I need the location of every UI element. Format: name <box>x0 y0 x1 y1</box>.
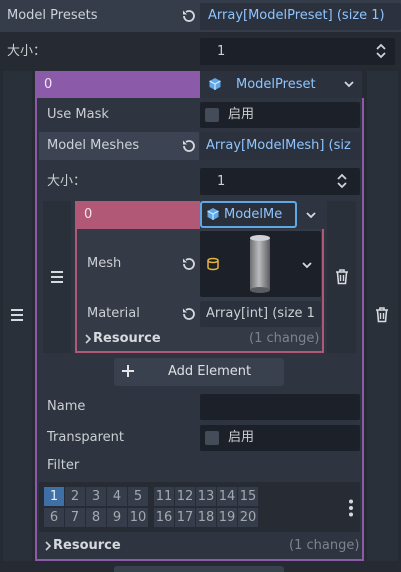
mesh-resource-changes: (1 change) <box>249 331 320 346</box>
revert-icon[interactable] <box>181 8 197 24</box>
meshes-size-value: 1 <box>217 174 226 189</box>
use-mask-value: 启用 <box>228 107 255 122</box>
filter-layer-button[interactable]: 3 <box>86 487 106 506</box>
name-input[interactable] <box>200 394 360 420</box>
filter-layer-button[interactable]: 16 <box>154 508 174 527</box>
plus-icon <box>121 364 135 378</box>
cylinder-icon <box>206 257 220 271</box>
meshes-size-label: 大小： <box>47 174 87 189</box>
filter-layer-button[interactable]: 9 <box>107 508 127 527</box>
size-label: 大小： <box>7 44 47 59</box>
chevron-down-icon[interactable] <box>306 211 316 219</box>
filter-layer-button[interactable]: 7 <box>65 508 85 527</box>
trash-icon[interactable] <box>335 269 349 285</box>
model-presets-label: Model Presets <box>7 8 98 23</box>
cube-icon <box>208 77 222 91</box>
preset-resource-changes: (1 change) <box>289 538 360 553</box>
filter-layer-button[interactable]: 2 <box>65 487 85 506</box>
chevron-down-icon[interactable] <box>302 261 312 269</box>
filter-label: Filter <box>47 458 80 473</box>
checkbox-icon[interactable] <box>205 108 219 122</box>
model-presets-value-text: Array[ModelPreset] (size 1) <box>208 8 385 23</box>
filter-layer-button[interactable]: 20 <box>238 508 258 527</box>
transparent-label: Transparent <box>47 430 124 445</box>
filter-layer-button[interactable]: 6 <box>44 508 64 527</box>
size-value: 1 <box>217 44 226 59</box>
filter-layer-button[interactable]: 4 <box>107 487 127 506</box>
filter-layer-button[interactable]: 1 <box>44 487 64 506</box>
filter-layer-button[interactable]: 12 <box>175 487 195 506</box>
size-spinbox[interactable] <box>200 38 395 65</box>
name-label: Name <box>47 399 86 414</box>
transparent-field[interactable] <box>200 425 360 451</box>
filter-layer-button[interactable]: 19 <box>217 508 237 527</box>
mesh-type-name: ModelMe <box>224 207 283 222</box>
filter-layer-button[interactable]: 14 <box>217 487 237 506</box>
mesh-resource-label[interactable]: Resource <box>93 332 161 345</box>
preset-resource-label[interactable]: Resource <box>53 539 121 552</box>
filter-layer-button[interactable]: 8 <box>86 508 106 527</box>
model-meshes-label: Model Meshes <box>47 138 140 153</box>
outer-add-element-button-edge[interactable] <box>114 566 284 572</box>
material-label: Material <box>87 306 140 321</box>
model-meshes-value-text: Array[ModelMesh] (siz <box>206 138 351 153</box>
trash-icon[interactable] <box>375 307 389 323</box>
material-value-text: Array[int] (size 1 <box>206 306 315 321</box>
filter-layer-button[interactable]: 5 <box>128 487 148 506</box>
mesh-header[interactable] <box>75 201 200 229</box>
filter-layer-button[interactable]: 13 <box>196 487 216 506</box>
checkbox-icon[interactable] <box>205 431 219 445</box>
updown-icon[interactable] <box>336 173 348 189</box>
use-mask-field[interactable] <box>200 102 360 128</box>
filter-layer-button[interactable]: 10 <box>128 508 148 527</box>
mesh-preview <box>248 233 272 295</box>
add-element-label: Add Element <box>168 364 252 379</box>
filter-layer-button[interactable]: 11 <box>154 487 174 506</box>
preset-header[interactable] <box>35 71 200 98</box>
kebab-menu-icon[interactable] <box>348 499 354 517</box>
filter-layer-button[interactable]: 18 <box>196 508 216 527</box>
cube-icon <box>206 207 220 221</box>
use-mask-label: Use Mask <box>47 107 109 122</box>
filter-layer-button[interactable]: 17 <box>175 508 195 527</box>
preset-index: 0 <box>44 77 53 92</box>
filter-layer-button[interactable]: 15 <box>238 487 258 506</box>
revert-icon[interactable] <box>181 306 197 322</box>
updown-icon[interactable] <box>375 43 387 59</box>
drag-handle-icon[interactable] <box>10 309 24 321</box>
revert-icon[interactable] <box>181 138 197 154</box>
chevron-right-icon[interactable] <box>84 334 92 344</box>
mesh-index: 0 <box>84 207 93 222</box>
chevron-right-icon[interactable] <box>44 541 52 551</box>
preset-type-name: ModelPreset <box>236 77 316 92</box>
transparent-value: 启用 <box>228 430 255 445</box>
drag-handle-icon[interactable] <box>50 271 64 283</box>
chevron-down-icon[interactable] <box>344 80 354 88</box>
revert-icon[interactable] <box>181 256 197 272</box>
mesh-label: Mesh <box>87 256 122 271</box>
